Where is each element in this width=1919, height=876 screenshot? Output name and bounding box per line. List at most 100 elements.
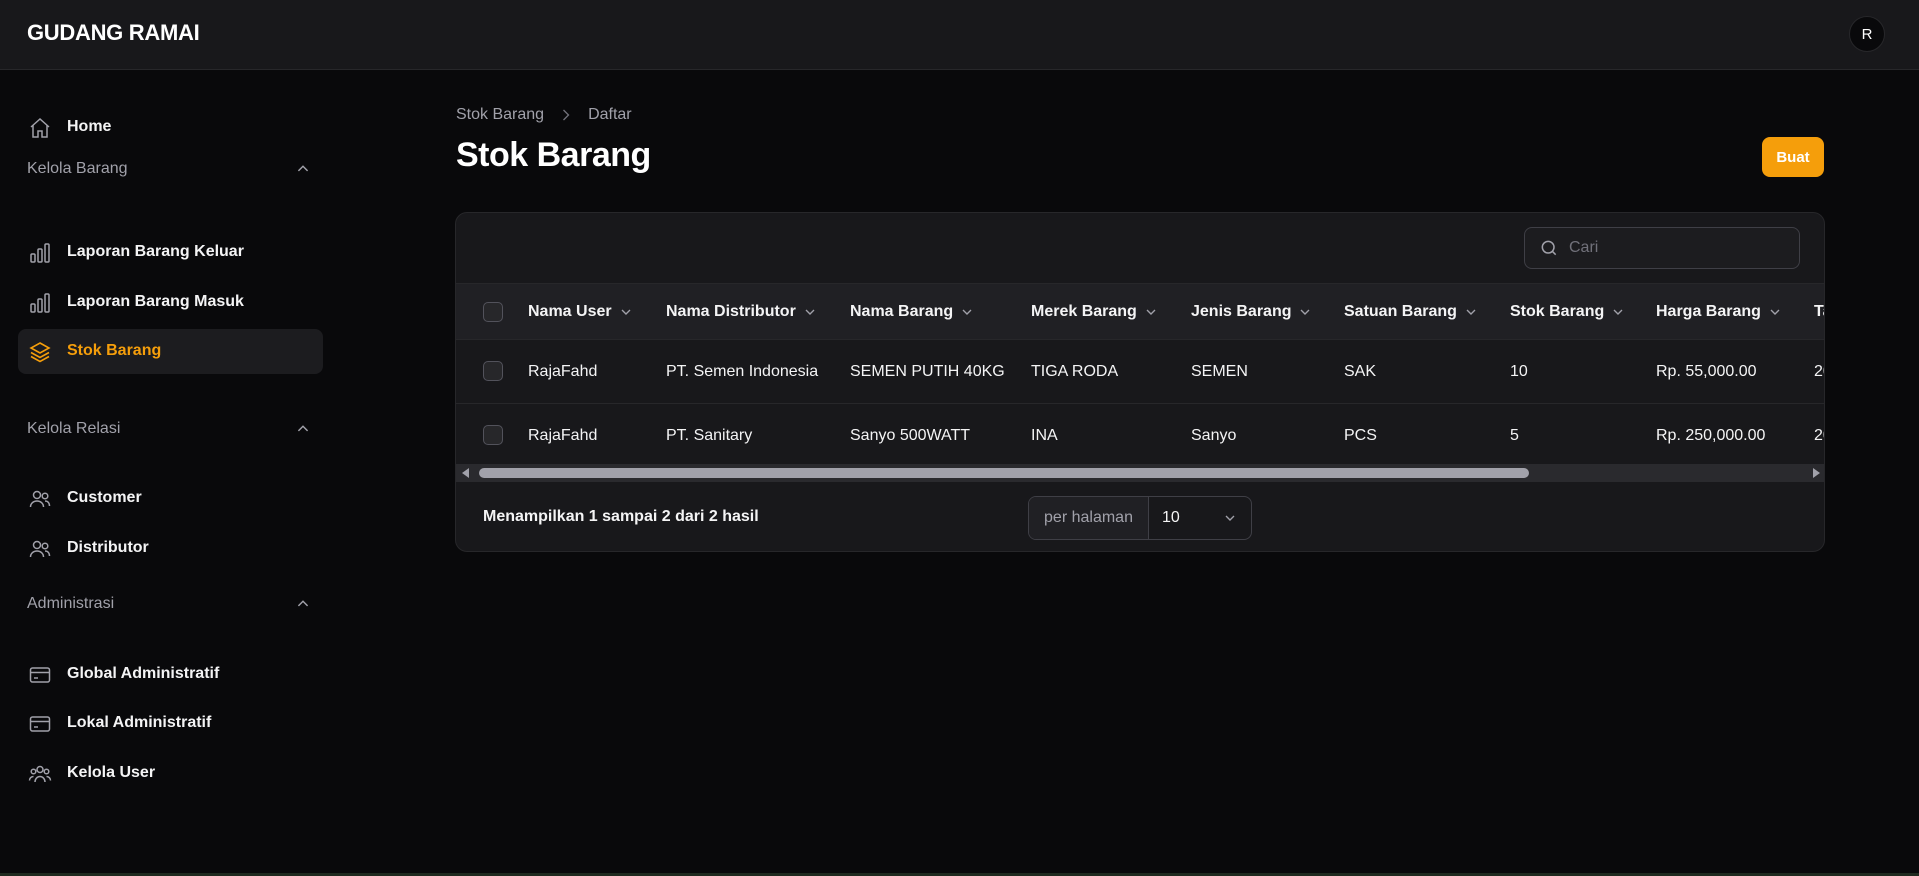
- scroll-right-icon[interactable]: [1812, 467, 1822, 479]
- breadcrumb-item-daftar: Daftar: [588, 106, 632, 123]
- column-header-jenis-barang[interactable]: Jenis Barang: [1191, 284, 1313, 339]
- sidebar-item-label: Stok Barang: [67, 342, 162, 359]
- sidebar: Home Kelola Barang Laporan Barang Keluar…: [0, 70, 340, 875]
- sidebar-item-label: Laporan Barang Masuk: [67, 293, 244, 310]
- column-header-harga-barang[interactable]: Harga Barang: [1656, 284, 1783, 339]
- table-cell: Sanyo: [1191, 426, 1237, 444]
- sidebar-item-label: Distributor: [67, 539, 149, 556]
- column-header-label: Stok Barang: [1510, 302, 1605, 320]
- chevron-up-icon[interactable]: [292, 158, 314, 180]
- chevron-right-icon: [563, 109, 570, 121]
- users-icon: [29, 540, 51, 558]
- table-cell: SEMEN PUTIH 40KG: [850, 362, 1005, 380]
- breadcrumb: Stok Barang Daftar: [456, 105, 632, 125]
- chevron-down-icon: [1301, 309, 1310, 315]
- table-header: Nama User Nama Distributor Nama Barang M…: [456, 283, 1824, 339]
- table-cell: 20: [1814, 362, 1824, 380]
- brand-logo[interactable]: GUDANG RAMAI: [27, 20, 200, 46]
- top-bar: GUDANG RAMAI R: [0, 0, 1919, 70]
- credit-card-icon: [29, 716, 51, 732]
- table-cell: 20: [1814, 426, 1824, 444]
- column-header-nama-user[interactable]: Nama User: [528, 284, 634, 339]
- chevron-down-icon: [805, 309, 815, 315]
- chevron-down-icon: [1613, 309, 1623, 315]
- sidebar-item-lokal-administratif[interactable]: Lokal Administratif: [18, 701, 323, 746]
- table-cell: INA: [1031, 426, 1058, 444]
- search-input[interactable]: [1569, 236, 1789, 260]
- table-row[interactable]: RajaFahd PT. Sanitary Sanyo 500WATT INA …: [456, 403, 1824, 467]
- column-header-label: Ta: [1814, 302, 1824, 320]
- sidebar-item-label: Kelola User: [67, 764, 156, 781]
- select-all-checkbox[interactable]: [483, 302, 503, 322]
- user-group-icon: [28, 765, 52, 783]
- table-cell: SAK: [1344, 362, 1377, 380]
- sidebar-item-global-administratif[interactable]: Global Administratif: [18, 652, 323, 697]
- table-cell: 5: [1510, 426, 1519, 444]
- column-header-satuan-barang[interactable]: Satuan Barang: [1344, 284, 1479, 339]
- layers-icon: [29, 342, 51, 363]
- horizontal-scrollbar[interactable]: [456, 464, 1824, 482]
- chevron-up-icon[interactable]: [292, 418, 314, 440]
- column-header-nama-barang[interactable]: Nama Barang: [850, 284, 975, 339]
- chevron-down-icon: [1770, 309, 1780, 315]
- scroll-left-icon[interactable]: [460, 467, 470, 479]
- group-label-kelola-barang: Kelola Barang: [27, 160, 128, 177]
- column-header-merek-barang[interactable]: Merek Barang: [1031, 284, 1159, 339]
- scrollbar-thumb[interactable]: [479, 468, 1529, 478]
- column-header-truncated[interactable]: Ta: [1814, 284, 1824, 339]
- table-cell: SEMEN: [1191, 362, 1248, 380]
- sidebar-item-label: Laporan Barang Keluar: [67, 243, 244, 260]
- group-label-kelola-relasi: Kelola Relasi: [27, 420, 121, 437]
- column-header-label: Nama User: [528, 302, 612, 320]
- users-icon: [29, 490, 51, 508]
- home-icon: [30, 117, 50, 138]
- sidebar-item-label: Customer: [67, 489, 142, 506]
- sidebar-item-distributor[interactable]: Distributor: [18, 526, 323, 571]
- create-button[interactable]: Buat: [1762, 137, 1824, 177]
- bar-chart-icon: [30, 243, 50, 263]
- page-title: Stok Barang: [456, 136, 651, 174]
- table-cell: Rp. 250,000.00: [1656, 426, 1766, 444]
- column-header-nama-distributor[interactable]: Nama Distributor: [666, 284, 818, 339]
- bar-chart-icon: [30, 293, 50, 313]
- sidebar-item-stok-barang[interactable]: Stok Barang: [18, 329, 323, 374]
- table-cell: RajaFahd: [528, 362, 598, 380]
- table-cell: TIGA RODA: [1031, 362, 1119, 380]
- table-cell: Sanyo 500WATT: [850, 426, 971, 444]
- sidebar-item-home[interactable]: Home: [18, 105, 323, 150]
- chevron-down-icon: [621, 309, 631, 315]
- sidebar-item-customer[interactable]: Customer: [18, 476, 323, 521]
- row-checkbox[interactable]: [483, 425, 503, 445]
- table-cell: Rp. 55,000.00: [1656, 362, 1757, 380]
- per-page-select[interactable]: 10: [1149, 497, 1251, 539]
- chevron-up-icon[interactable]: [292, 593, 314, 615]
- column-header-label: Jenis Barang: [1191, 302, 1292, 320]
- user-avatar[interactable]: R: [1849, 16, 1885, 52]
- column-header-stok-barang[interactable]: Stok Barang: [1510, 284, 1626, 339]
- table-cell: PT. Semen Indonesia: [666, 362, 819, 380]
- per-page-control: per halaman 10: [1028, 496, 1252, 540]
- table-cell: PCS: [1344, 426, 1377, 444]
- search-icon: [1541, 240, 1557, 256]
- chevron-down-icon: [1466, 309, 1476, 315]
- table-row[interactable]: RajaFahd PT. Semen Indonesia SEMEN PUTIH…: [456, 339, 1824, 403]
- sidebar-item-kelola-user[interactable]: Kelola User: [18, 751, 323, 796]
- pagination-summary: Menampilkan 1 sampai 2 dari 2 hasil: [483, 508, 759, 525]
- table-cell: PT. Sanitary: [666, 426, 753, 444]
- table-card: Nama User Nama Distributor Nama Barang M…: [455, 212, 1825, 552]
- credit-card-icon: [29, 667, 51, 683]
- column-header-label: Nama Distributor: [666, 302, 796, 320]
- sidebar-item-label: Home: [67, 118, 112, 135]
- chevron-down-icon: [962, 309, 972, 315]
- breadcrumb-item-stok-barang[interactable]: Stok Barang: [456, 106, 544, 124]
- sidebar-item-laporan-barang-keluar[interactable]: Laporan Barang Keluar: [18, 230, 323, 275]
- column-header-label: Nama Barang: [850, 302, 954, 320]
- sidebar-item-label: Lokal Administratif: [67, 714, 212, 731]
- sidebar-item-label: Global Administratif: [67, 665, 220, 682]
- search-box[interactable]: [1524, 227, 1800, 269]
- sidebar-item-laporan-barang-masuk[interactable]: Laporan Barang Masuk: [18, 280, 323, 325]
- row-checkbox[interactable]: [483, 361, 503, 381]
- group-label-administrasi: Administrasi: [27, 595, 115, 612]
- column-header-label: Harga Barang: [1656, 302, 1761, 320]
- per-page-label: per halaman: [1029, 497, 1149, 539]
